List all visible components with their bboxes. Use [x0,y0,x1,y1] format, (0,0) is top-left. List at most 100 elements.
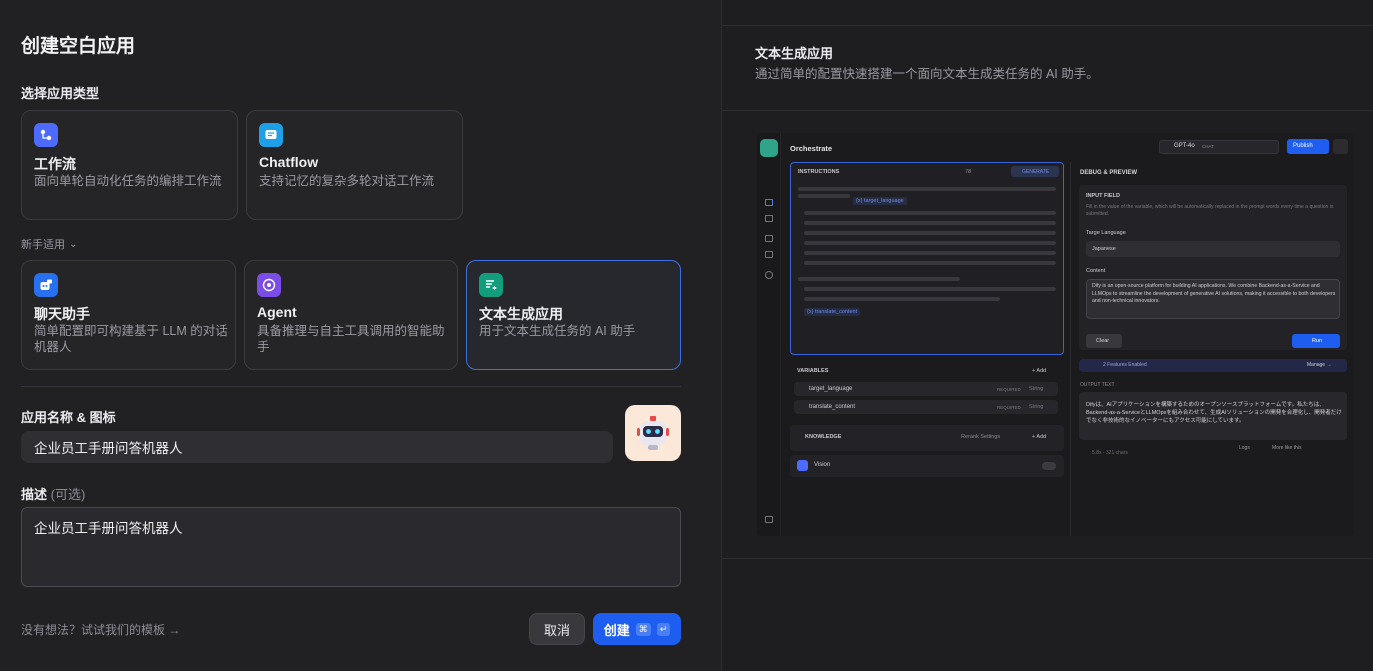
logs-link: Logs [1239,445,1250,451]
vision-toggle [1042,462,1056,470]
nav-icon [765,199,773,206]
desc-label: 描述 (可选) [21,484,85,503]
workflow-icon [34,123,58,147]
preview-sidebar [757,133,781,536]
content-value: Dify is an open-source platform for buil… [1092,283,1336,304]
create-button[interactable]: 创建 ⌘ ↵ [593,613,681,645]
nav-icon [765,215,773,222]
divider [722,558,1373,559]
type-card-agent[interactable]: Agent 具备推理与自主工具调用的智能助手 [244,260,458,370]
type-name: Agent [257,304,297,320]
target-value: Japanese [1092,246,1116,252]
more-like-link: More like this [1272,445,1302,451]
preview-subtitle: 通过简单的配置快速搭建一个面向文本生成类任务的 AI 助手。 [755,67,1099,81]
type-name: 文本生成应用 [479,306,563,322]
cancel-button[interactable]: 取消 [529,613,585,645]
app-icon-picker[interactable] [625,405,681,461]
desc-label-text: 描述 [21,487,48,502]
nav-icon [765,251,773,258]
input-field-label: INPUT FIELD [1086,193,1120,199]
nav-icon [765,235,773,242]
app-logo-icon [760,139,778,157]
debug-title: DEBUG & PREVIEW [1080,170,1138,176]
type-desc: 用于文本生成任务的 AI 助手 [479,324,636,338]
type-card-chatflow[interactable]: Chatflow 支持记忆的复杂多轮对话工作流 [246,110,463,220]
knowledge-label: KNOWLEDGE [805,434,842,440]
history-icon [1333,139,1348,154]
create-app-dialog: 创建空白应用 选择应用类型 工作流 面向单轮自动化任务的编排工作流 Chatfl… [0,0,721,671]
instructions-box: INSTRUCTIONS 78 GENERATE {x} target_lang… [790,162,1064,355]
output-label: OUTPUT TEXT [1080,382,1115,388]
model-badge: CHAT [1202,144,1214,149]
agent-icon [257,273,281,297]
template-link[interactable]: 没有想法？试试我们的模板 → [21,621,180,638]
variables-label: VARIABLES [797,368,829,374]
name-label: 应用名称 & 图标 [21,410,116,425]
divider [21,386,681,387]
preview-panel: 文本生成应用 通过简单的配置快速搭建一个面向文本生成类任务的 AI 助手。 Or… [721,0,1373,671]
divider [722,110,1373,111]
type-card-chatbot[interactable]: 聊天助手 简单配置即可构建基于 LLM 的对话机器人 [21,260,236,370]
features-label: 2 Features Enabled [1103,362,1147,368]
type-name: 工作流 [34,156,76,172]
dialog-title: 创建空白应用 [21,36,136,57]
variable-type: String [1029,386,1044,392]
add-variable: + Add [1032,368,1047,374]
run-label: Run [1312,338,1323,344]
input-hint: Fill in the value of the variable, which… [1086,204,1334,217]
clear-label: Clear [1096,338,1110,344]
orchestrate-title: Orchestrate [790,144,833,153]
text-generator-icon [479,273,503,297]
create-label: 创建 [603,622,630,638]
app-preview-screenshot: Orchestrate GPT-4o CHAT Publish INSTRUCT… [757,133,1354,536]
target-label: Targe Language [1086,230,1126,236]
chatbot-icon [34,273,58,297]
app-name-input[interactable]: 企业员工手册问答机器人 [21,431,613,463]
publish-label: Publish [1293,143,1313,149]
vision-label: Vision [814,462,831,468]
target-select [1086,241,1340,257]
char-count: 78 [965,169,972,175]
content-label: Content [1086,268,1106,274]
variable-required: REQUIRED [997,387,1021,392]
beginner-toggle[interactable]: 新手适用 ⌄ [21,236,77,252]
type-name: Chatflow [259,154,319,170]
output-stats: 5.8s · 321 chars [1092,450,1128,456]
enter-key: ↵ [656,622,671,636]
type-desc: 面向单轮自动化任务的编排工作流 [34,174,222,188]
nav-icon [765,271,773,279]
collapse-icon [765,516,773,523]
variable-name: translate_content [809,404,856,410]
variable-name: target_language [809,386,853,392]
divider [1070,162,1071,536]
vision-section [790,455,1064,477]
type-desc: 支持记忆的复杂多轮对话工作流 [259,174,435,188]
type-name: 聊天助手 [34,306,90,322]
add-knowledge: + Add [1032,434,1047,440]
description-textarea[interactable]: 企业员工手册问答机器人 [21,507,681,587]
divider [722,25,1373,26]
model-name: GPT-4o [1174,143,1195,149]
vision-icon [797,460,808,471]
chevron-down-icon: ⌄ [69,238,78,250]
select-type-label: 选择应用类型 [21,86,100,101]
instructions-label: INSTRUCTIONS [798,169,840,175]
generate-label: GENERATE [1022,169,1050,175]
variable-required: REQUIRED [997,405,1021,410]
type-card-workflow[interactable]: 工作流 面向单轮自动化任务的编排工作流 [21,110,238,220]
beginner-label: 新手适用 [21,239,65,251]
variable-type: String [1029,404,1044,410]
variable-tag: {x} target_language [853,197,907,205]
manage-link: Manage → [1307,362,1332,368]
cmd-key: ⌘ [635,622,651,636]
robot-avatar-icon [637,416,669,450]
desc-optional: (可选) [50,487,86,502]
type-card-text-generator[interactable]: 文本生成应用 用于文本生成任务的 AI 助手 [466,260,681,370]
variable-tag: {x} translate_content [804,308,861,316]
chatflow-icon [259,123,283,147]
preview-title: 文本生成应用 [755,46,834,61]
type-desc: 简单配置即可构建基于 LLM 的对话机器人 [34,324,228,354]
output-text: Difyは、AIアプリケーションを構築するためのオープンソースプラットフォームで… [1086,402,1342,424]
rerank-settings: Rerank Settings [961,434,1001,440]
type-desc: 具备推理与自主工具调用的智能助手 [257,324,445,354]
